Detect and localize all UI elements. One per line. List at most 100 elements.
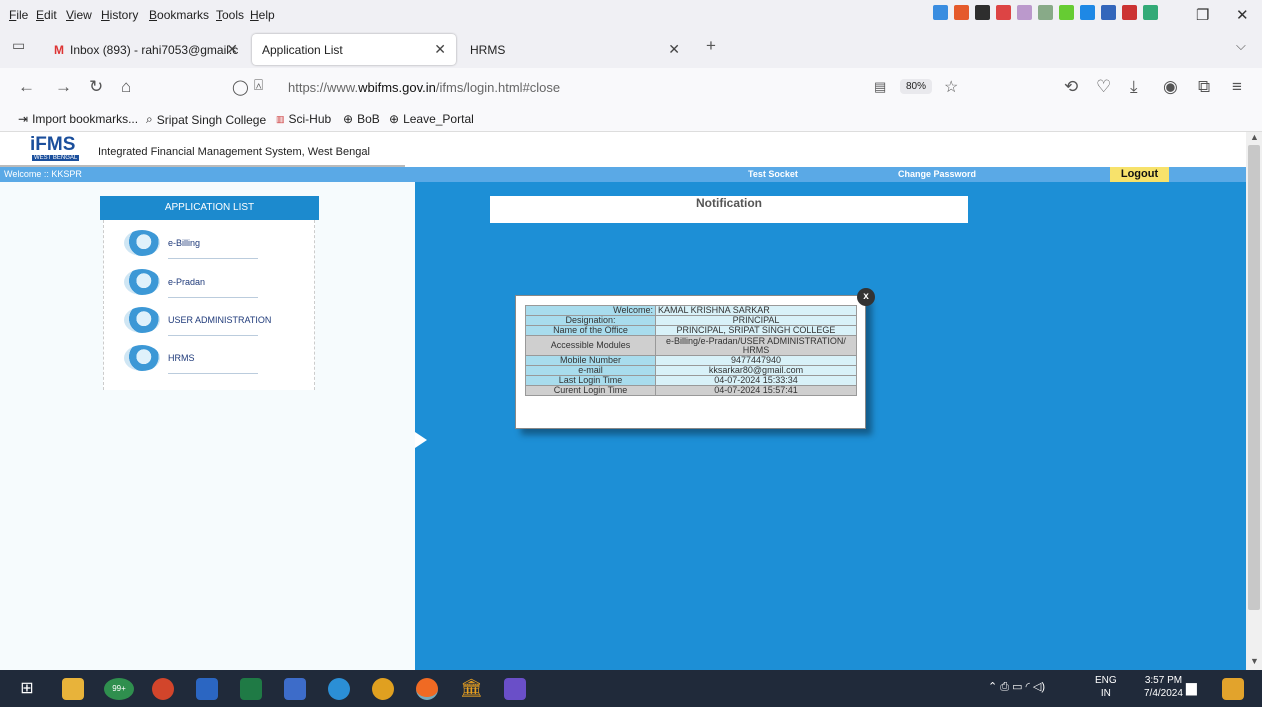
back-icon[interactable]: ← (18, 77, 35, 97)
close-window-icon[interactable]: ✕ (1236, 6, 1249, 24)
new-tab-icon[interactable]: + (706, 36, 716, 56)
history-icon[interactable]: ⟲ (1064, 77, 1078, 97)
clock[interactable]: 3:57 PM 7/4/2024 (1144, 674, 1183, 700)
menu-history[interactable]: History (101, 8, 138, 22)
site-title: Integrated Financial Management System, … (98, 146, 370, 158)
reader-view-icon[interactable]: ▤ (874, 79, 886, 95)
extension-icon[interactable] (933, 5, 948, 20)
bookmark-import[interactable]: ⇥ Import bookmarks... (18, 112, 138, 126)
excel-icon[interactable] (240, 678, 262, 700)
bookmark-label: Leave_Portal (403, 112, 474, 126)
forward-icon[interactable]: → (55, 77, 72, 97)
welcome-text: Welcome :: KKSPR (4, 169, 82, 179)
tab-application-list[interactable]: Application List ✕ (252, 34, 456, 65)
whatsapp-icon[interactable]: 99+ (104, 678, 134, 700)
menu-help[interactable]: Help (250, 8, 275, 22)
app-e-pradan[interactable]: e-Pradan (124, 265, 314, 303)
row-value: 9477447940 (655, 355, 857, 366)
account-icon[interactable]: ◉ (1163, 77, 1178, 97)
bookmark-label: Import bookmarks... (32, 112, 139, 126)
bookmark-leave-portal[interactable]: ⊕ Leave_Portal (389, 112, 474, 126)
bookmark-star-icon[interactable]: ☆ (944, 77, 958, 97)
powerpoint-icon[interactable] (152, 678, 174, 700)
reload-icon[interactable]: ↻ (89, 77, 103, 97)
bank-icon[interactable]: 🏛 (460, 678, 483, 700)
chrome-icon[interactable] (372, 678, 394, 700)
app-icon[interactable] (1222, 678, 1244, 700)
logout-button[interactable]: Logout (1110, 167, 1169, 182)
time: 3:57 PM (1144, 675, 1183, 686)
tab-label: Inbox (893) - rahi7053@gmail.c (70, 42, 239, 57)
extension-icon[interactable] (954, 5, 969, 20)
word-icon[interactable] (196, 678, 218, 700)
extension-icons (933, 5, 1158, 20)
lock-icon[interactable]: ⍓ (254, 77, 263, 94)
menu-bar: File Edit View History Bookmarks Tools H… (0, 0, 1262, 30)
table-row: Designation: PRINCIPAL (525, 315, 857, 326)
extensions-icon[interactable]: ⧉ (1198, 77, 1210, 97)
firefox-icon[interactable] (416, 678, 438, 700)
url-field[interactable]: ◯ ⍓ https://www.wbifms.gov.in/ifms/login… (232, 74, 972, 102)
bookmark-sci-hub[interactable]: ▥ Sci-Hub (276, 112, 331, 126)
app-e-billing[interactable]: e-Billing (124, 226, 314, 264)
change-password-link[interactable]: Change Password (898, 169, 976, 179)
test-socket-link[interactable]: Test Socket (748, 169, 798, 179)
menu-tools[interactable]: Tools (216, 8, 244, 22)
scrollbar-thumb[interactable] (1248, 145, 1260, 610)
extension-icon[interactable] (1101, 5, 1116, 20)
pocket-icon[interactable]: ♡ (1096, 77, 1111, 97)
extension-icon[interactable] (1017, 5, 1032, 20)
extension-icon[interactable] (1059, 5, 1074, 20)
extension-icon[interactable] (996, 5, 1011, 20)
divider (168, 335, 258, 336)
menu-bookmarks[interactable]: Bookmarks (149, 8, 209, 22)
tab-inbox[interactable]: M Inbox (893) - rahi7053@gmail.c ✕ (44, 34, 248, 65)
app-label: HRMS (168, 353, 195, 363)
popup-close-button[interactable]: x (857, 288, 875, 306)
close-tab-icon[interactable]: ✕ (226, 41, 238, 58)
notification-icon[interactable]: ▆ (1186, 679, 1197, 696)
gear-icon (124, 307, 160, 333)
chevron-down-icon[interactable]: ⌵ (1236, 38, 1246, 54)
table-row: Curent Login Time 04-07-2024 15:57:41 (525, 385, 857, 396)
menu-view[interactable]: View (66, 8, 92, 22)
close-tab-icon[interactable]: ✕ (434, 41, 446, 58)
row-value: PRINCIPAL (655, 315, 857, 326)
start-icon[interactable]: ⊞ (16, 678, 38, 700)
tab-hrms[interactable]: HRMS ✕ (460, 34, 690, 65)
file-explorer-icon[interactable] (62, 678, 84, 700)
app-icon[interactable] (284, 678, 306, 700)
app-icon[interactable] (504, 678, 526, 700)
app-user-administration[interactable]: USER ADMINISTRATION (124, 303, 314, 341)
tab-label: Application List (262, 42, 343, 57)
extension-icon[interactable] (975, 5, 990, 20)
row-key: Welcome: (525, 305, 656, 316)
taskbar: ⊞ 99+ 🏛 ⌃ ⎙ ▭ ◜ ◁) ENG IN 3:57 PM 7/4/2024… (0, 670, 1262, 707)
close-tab-icon[interactable]: ✕ (668, 41, 680, 58)
ifms-logo: iFMS WEST BENGAL (30, 134, 92, 164)
download-icon[interactable]: ⤓ (1130, 77, 1138, 97)
menu-icon[interactable]: ≡ (1232, 77, 1242, 97)
language: ENG (1095, 675, 1117, 686)
extension-icon[interactable] (1143, 5, 1158, 20)
zoom-level[interactable]: 80% (900, 79, 933, 94)
bookmark-sripat-singh-college[interactable]: ⌕ Sripat Singh College (146, 112, 266, 127)
scroll-down-icon[interactable]: ▼ (1250, 656, 1259, 666)
language-indicator[interactable]: ENG IN (1095, 674, 1117, 700)
menu-file[interactable]: File (9, 8, 28, 22)
shield-icon[interactable]: ◯ (232, 78, 249, 96)
restore-window-icon[interactable]: ❐ (1196, 6, 1209, 24)
system-tray-icons[interactable]: ⌃ ⎙ ▭ ◜ ◁) (988, 680, 1045, 694)
menu-edit[interactable]: Edit (36, 8, 57, 22)
extension-icon[interactable] (1080, 5, 1095, 20)
telegram-icon[interactable] (328, 678, 350, 700)
tab-list-icon[interactable]: ▭ (12, 37, 25, 54)
home-icon[interactable]: ⌂ (121, 77, 131, 97)
row-key: Accessible Modules (525, 335, 656, 356)
vertical-scrollbar[interactable]: ▲ ▼ (1246, 132, 1262, 670)
bookmark-bob[interactable]: ⊕ BoB (343, 112, 380, 126)
extension-icon[interactable] (1038, 5, 1053, 20)
scroll-up-icon[interactable]: ▲ (1250, 132, 1259, 142)
extension-icon[interactable] (1122, 5, 1137, 20)
app-hrms[interactable]: HRMS (124, 341, 314, 379)
